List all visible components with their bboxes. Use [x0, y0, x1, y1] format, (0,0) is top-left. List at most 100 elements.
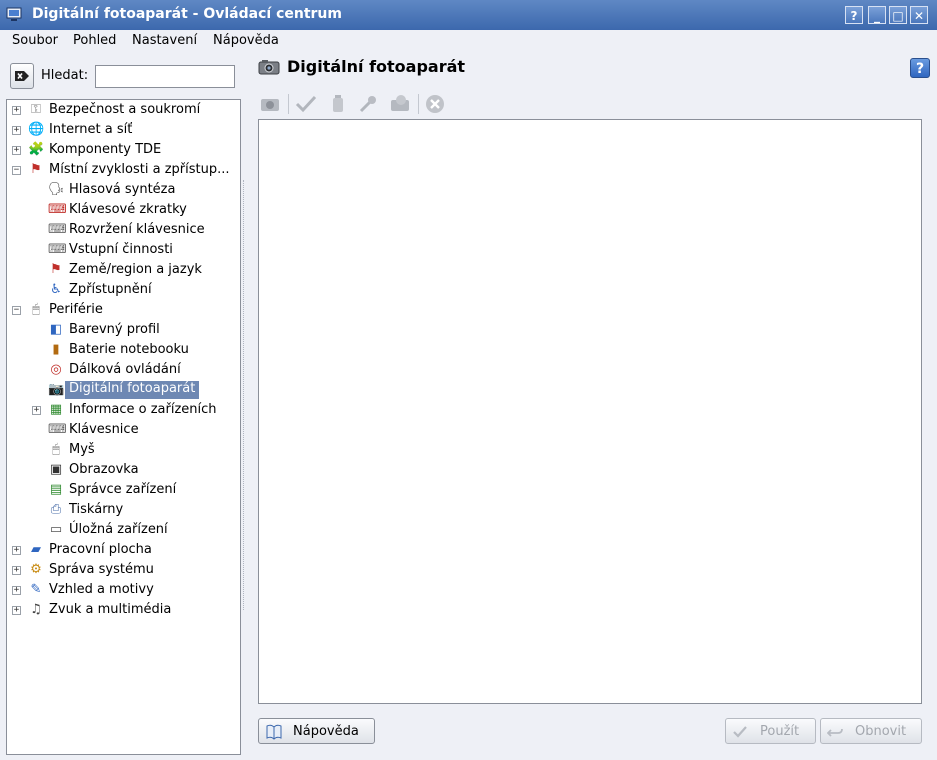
menu-pohled[interactable]: Pohled [73, 33, 116, 48]
tree-item-label: Baterie notebooku [69, 342, 189, 357]
tree-item-label: Informace o zařízeních [69, 402, 217, 417]
menu-soubor[interactable]: Soubor [12, 33, 58, 48]
camera-toolbar [258, 92, 458, 116]
tree-item-label: Dálková ovládání [69, 362, 181, 377]
tree-item[interactable]: ▤ Správce zařízení [7, 480, 240, 500]
tree-item[interactable]: ⌨ Rozvržení klávesnice [7, 220, 240, 240]
tree-item[interactable]: ▮ Baterie notebooku [7, 340, 240, 360]
printer-icon: ⎙ [50, 502, 62, 517]
accessibility-icon: ♿ [50, 282, 62, 297]
tree-item-label: Rozvržení klávesnice [69, 222, 205, 237]
info-icon[interactable] [388, 92, 412, 116]
check-icon[interactable] [294, 92, 318, 116]
close-button[interactable]: ✕ [910, 6, 928, 24]
device-manager-icon: ▤ [49, 482, 63, 497]
display-icon: ▣ [49, 462, 63, 477]
title-bar: Digitální fotoaparát - Ovládací centrum … [0, 0, 937, 30]
camera-file-view[interactable] [258, 119, 922, 704]
expand-icon[interactable]: + [12, 126, 21, 135]
tree-item[interactable]: ▭ Úložná zařízení [7, 520, 240, 540]
tree-item-label: Pracovní plocha [49, 542, 152, 557]
clear-search-button[interactable] [10, 63, 34, 89]
collapse-icon[interactable]: − [12, 166, 21, 175]
module-title: Digitální fotoaparát [287, 57, 466, 76]
globe-icon: 🌐 [28, 122, 45, 137]
whats-this-help-button[interactable]: ? [910, 58, 930, 78]
tree-item-label: Bezpečnost a soukromí [49, 102, 201, 117]
expand-icon[interactable]: + [12, 546, 21, 555]
search-label: Hledat: [41, 68, 89, 83]
apply-button[interactable]: Použít [725, 718, 816, 744]
tree-item[interactable]: + ▰ Pracovní plocha [7, 540, 240, 560]
color-profile-icon: ◧ [49, 322, 63, 337]
tree-item[interactable]: ⌨ Vstupní činnosti [7, 240, 240, 260]
tree-item-label: Zpřístupnění [69, 282, 152, 297]
tree-item[interactable]: ⌨ Klávesové zkratky [7, 200, 240, 220]
camera-icon: 📷 [48, 382, 65, 397]
tree-item[interactable]: ▣ Obrazovka [7, 460, 240, 480]
expand-icon[interactable]: + [12, 586, 21, 595]
menu-napoveda[interactable]: Nápověda [213, 33, 279, 48]
tree-item[interactable]: + ⚿ Bezpečnost a soukromí [7, 100, 240, 120]
splitter-handle[interactable] [243, 180, 247, 610]
expand-icon[interactable]: + [12, 106, 21, 115]
minimize-button[interactable]: _ [868, 6, 886, 24]
expand-icon[interactable]: + [12, 566, 21, 575]
tree-item-label: Hlasová syntéza [69, 182, 176, 197]
expand-icon[interactable]: + [32, 406, 41, 415]
tree-item-label: Vstupní činnosti [69, 242, 173, 257]
tree-item[interactable]: + ♫ Zvuk a multimédia [7, 600, 240, 620]
camera-icon[interactable] [258, 92, 282, 116]
shortcut-icon: ⌨ [48, 202, 67, 217]
tree-item[interactable]: 🗣 Hlasová syntéza [7, 180, 240, 200]
tree-item[interactable]: + ✎ Vzhled a motivy [7, 580, 240, 600]
wrench-icon[interactable] [356, 92, 380, 116]
help-window-button[interactable]: ? [845, 6, 863, 24]
reset-button[interactable]: Obnovit [820, 718, 922, 744]
tree-item[interactable]: ⌨ Klávesnice [7, 420, 240, 440]
tree-item[interactable]: ⚑ Země/region a jazyk [7, 260, 240, 280]
devices-info-icon: ▦ [49, 402, 63, 417]
window-title: Digitální fotoaparát - Ovládací centrum [32, 6, 342, 22]
tree-item[interactable]: ⎙ Tiskárny [7, 500, 240, 520]
tree-item[interactable]: + 🧩 Komponenty TDE [7, 140, 240, 160]
tree-item-label: Digitální fotoaparát [65, 381, 200, 399]
tree-item-label: Správa systému [49, 562, 154, 577]
undo-icon [827, 728, 843, 737]
expand-icon[interactable]: + [12, 146, 21, 155]
tree-item-label: Úložná zařízení [69, 522, 168, 537]
tree-item[interactable]: − ⚑ Místní zvyklosti a zpřístup... [7, 160, 240, 180]
module-tree[interactable]: + ⚿ Bezpečnost a soukromí + 🌐 Internet a síť +… [6, 99, 241, 755]
expand-icon[interactable]: + [12, 606, 21, 615]
tree-item-label: Barevný profil [69, 322, 160, 337]
tree-item-label: Zvuk a multimédia [49, 602, 172, 617]
keyboard-icon: ⌨ [48, 422, 67, 437]
tree-item-label: Komponenty TDE [49, 142, 162, 157]
stop-icon[interactable] [423, 92, 447, 116]
sound-icon: ♫ [30, 602, 42, 617]
system-admin-icon: ⚙ [30, 562, 42, 577]
help-button[interactable]: Nápověda [258, 718, 375, 744]
tree-item[interactable]: + ⚙ Správa systému [7, 560, 240, 580]
tree-item[interactable]: ◧ Barevný profil [7, 320, 240, 340]
tree-item[interactable]: + 🌐 Internet a síť [7, 120, 240, 140]
tree-item-label: Myš [69, 442, 95, 457]
collapse-icon[interactable]: − [12, 306, 21, 315]
help-button-label: Nápověda [293, 724, 359, 739]
tree-item[interactable]: 🖱 Myš [7, 440, 240, 460]
trash-icon[interactable] [326, 92, 350, 116]
keyboard-icon: ⌨ [48, 242, 67, 257]
tree-item[interactable]: + ▦ Informace o zařízeních [7, 400, 240, 420]
menu-nastaveni[interactable]: Nastavení [132, 33, 197, 48]
remote-icon: ◎ [50, 362, 62, 377]
storage-icon: ▭ [49, 522, 63, 537]
tree-item[interactable]: ♿ Zpřístupnění [7, 280, 240, 300]
flag-icon: ⚑ [50, 262, 62, 277]
tree-item-label: Správce zařízení [69, 482, 177, 497]
clear-icon [15, 71, 29, 81]
tree-item[interactable]: 📷 Digitální fotoaparát [7, 380, 240, 400]
tree-item[interactable]: ◎ Dálková ovládání [7, 360, 240, 380]
maximize-button[interactable]: □ [889, 6, 907, 24]
tree-item[interactable]: − 🖱 Periférie [7, 300, 240, 320]
search-input[interactable] [95, 65, 235, 88]
